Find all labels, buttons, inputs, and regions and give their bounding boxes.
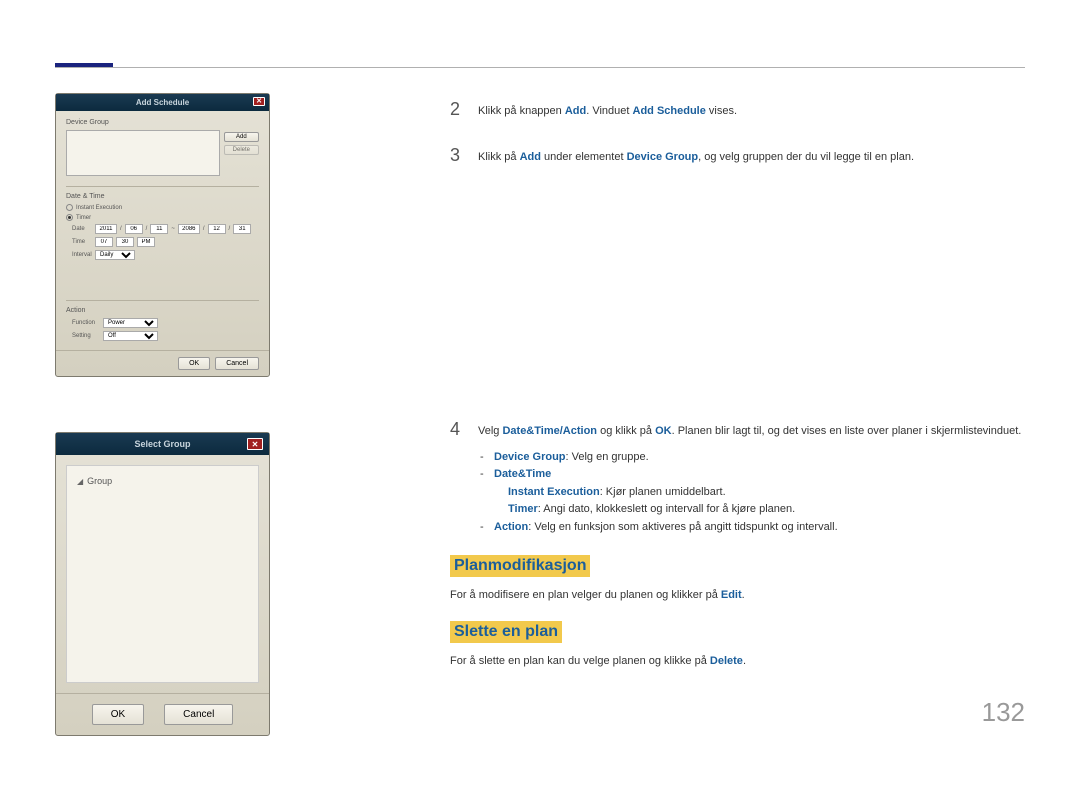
slette-plan-heading: Slette en plan (450, 621, 562, 643)
date-day-end[interactable] (233, 224, 251, 234)
add-keyword: Add (520, 151, 541, 163)
ok-button[interactable]: OK (92, 704, 144, 725)
tree-expand-icon[interactable]: ◢ (77, 477, 83, 486)
instant-execution-label: Instant Execution (76, 205, 122, 211)
timer-radio[interactable] (66, 214, 73, 221)
step-text: Velg Date&Time/Action og klikk på OK. Pl… (478, 419, 1021, 441)
planmodifikasjon-heading: Planmodifikasjon (450, 555, 590, 577)
add-keyword: Add (565, 105, 586, 117)
edit-keyword: Edit (721, 589, 742, 601)
page-number: 132 (982, 697, 1025, 728)
action-label: Action (66, 307, 259, 314)
dialog-titlebar: Add Schedule ✕ (56, 94, 269, 111)
instant-execution-radio[interactable] (66, 204, 73, 211)
date-year-start[interactable] (95, 224, 117, 234)
ok-button[interactable]: OK (178, 357, 210, 370)
list-item: Date&Time Instant Execution: Kjør planen… (480, 466, 1025, 519)
step-4: 4 Velg Date&Time/Action og klikk på OK. … (450, 419, 1025, 441)
step-number: 4 (450, 419, 464, 441)
datetime-label: Date & Time (66, 193, 259, 200)
header-divider (55, 67, 1025, 68)
device-group-keyword: Device Group (627, 151, 699, 163)
date-year-end[interactable] (178, 224, 200, 234)
tree-item-group[interactable]: ◢ Group (77, 476, 248, 486)
timer-label: Timer (76, 215, 91, 221)
close-icon[interactable]: ✕ (253, 97, 265, 106)
date-label: Date (72, 226, 92, 232)
cancel-button[interactable]: Cancel (164, 704, 233, 725)
interval-label: Interval (72, 252, 92, 258)
ok-keyword: OK (655, 425, 672, 437)
step-2: 2 Klikk på knappen Add. Vinduet Add Sche… (450, 99, 1025, 121)
add-button[interactable]: Add (224, 132, 259, 142)
time-min[interactable] (116, 237, 134, 247)
step-text: Klikk på Add under elementet Device Grou… (478, 145, 914, 167)
detail-list: Device Group: Velg en gruppe. Date&Time … (480, 449, 1025, 537)
delete-keyword: Delete (710, 655, 743, 667)
close-icon[interactable]: ✕ (247, 438, 263, 450)
select-group-dialog: Select Group ✕ ◢ Group OK Cancel (55, 432, 270, 736)
step-number: 2 (450, 99, 464, 121)
setting-select[interactable]: Off (103, 331, 158, 341)
datetime-action-keyword: Date&Time/Action (502, 425, 597, 437)
setting-label: Setting (72, 333, 100, 339)
step-text: Klikk på knappen Add. Vinduet Add Schedu… (478, 99, 737, 121)
dialog-title: Add Schedule (136, 98, 189, 107)
time-ampm[interactable] (137, 237, 155, 247)
function-select[interactable]: Power (103, 318, 158, 328)
right-column-bottom: 4 Velg Date&Time/Action og klikk på OK. … (450, 419, 1025, 670)
time-hour[interactable] (95, 237, 113, 247)
device-group-label: Device Group (66, 119, 259, 126)
dialog-titlebar: Select Group ✕ (56, 433, 269, 455)
date-month-end[interactable] (208, 224, 226, 234)
step-3: 3 Klikk på Add under elementet Device Gr… (450, 145, 1025, 167)
del-paragraph: For å slette en plan kan du velge planen… (450, 653, 1025, 670)
time-label: Time (72, 239, 92, 245)
left-column: Add Schedule ✕ Device Group Add Delete D… (55, 93, 270, 791)
date-day-start[interactable] (150, 224, 168, 234)
date-month-start[interactable] (125, 224, 143, 234)
cancel-button[interactable]: Cancel (215, 357, 259, 370)
add-schedule-keyword: Add Schedule (633, 105, 706, 117)
function-label: Function (72, 320, 100, 326)
list-item: Instant Execution: Kjør planen umiddelba… (494, 484, 1025, 502)
sub-list: Instant Execution: Kjør planen umiddelba… (494, 484, 1025, 519)
list-item: Device Group: Velg en gruppe. (480, 449, 1025, 467)
step-number: 3 (450, 145, 464, 167)
group-tree[interactable]: ◢ Group (66, 465, 259, 683)
interval-select[interactable]: Daily (95, 250, 135, 260)
list-item: Timer: Angi dato, klokkeslett og interva… (494, 501, 1025, 519)
delete-button[interactable]: Delete (224, 145, 259, 155)
list-item: Action: Velg en funksjon som aktiveres p… (480, 519, 1025, 537)
add-schedule-dialog: Add Schedule ✕ Device Group Add Delete D… (55, 93, 270, 377)
group-label: Group (87, 476, 112, 486)
right-column-top: 2 Klikk på knappen Add. Vinduet Add Sche… (450, 99, 1025, 190)
mod-paragraph: For å modifisere en plan velger du plane… (450, 587, 1025, 604)
dialog-title: Select Group (134, 439, 190, 449)
device-group-list[interactable] (66, 130, 220, 176)
